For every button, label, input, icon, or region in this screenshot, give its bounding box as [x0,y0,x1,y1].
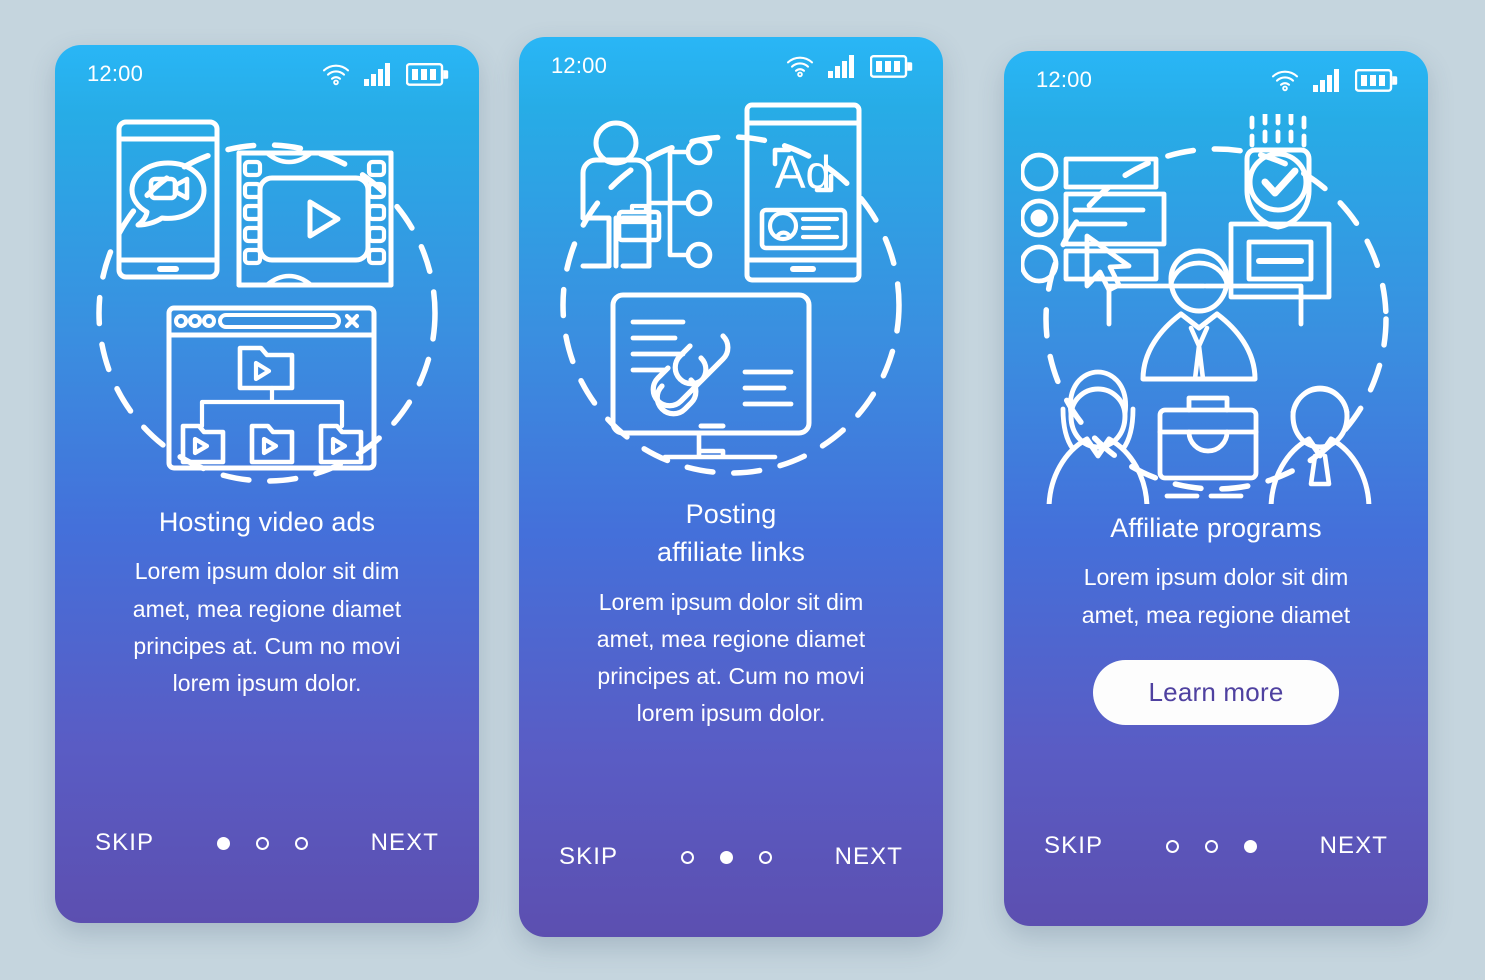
skip-button[interactable]: SKIP [93,825,156,861]
battery-icon [406,63,449,86]
status-bar-clock: 12:00 [1036,67,1093,92]
pagination-dot-2[interactable] [255,836,269,850]
skip-button[interactable]: SKIP [1042,828,1105,864]
status-bar: 12:00 [55,45,479,103]
status-bar-clock: 12:00 [551,53,608,78]
page-description: Lorem ipsum dolor sit dim amet, mea regi… [596,588,866,727]
cellular-signal-icon [828,55,854,78]
page-title: Hosting video ads [158,507,376,537]
pagination-dot-2[interactable] [1204,839,1218,853]
wifi-icon [322,64,350,86]
status-bar-icons [785,54,913,78]
pagination-dots [1165,839,1257,853]
status-bar: 12:00 [1004,51,1428,109]
page-description: Lorem ipsum dolor sit dim amet, mea regi… [132,558,402,697]
onboarding-screen-posting-affiliate-links: 12:00 Ad Posting affiliate links Lorem i… [519,37,943,937]
status-bar-icons [1270,68,1398,92]
status-bar: 12:00 [519,37,943,95]
affiliate-programs-illustration [1004,109,1428,509]
pagination-dot-1[interactable] [680,850,694,864]
onboarding-nav: SKIP NEXT [1004,828,1428,864]
cellular-signal-icon [1313,69,1339,92]
learn-more-button[interactable]: Learn more [1092,659,1340,725]
onboarding-nav: SKIP NEXT [519,839,943,875]
pagination-dots [216,836,308,850]
status-bar-icons [321,62,449,86]
screen-copy: Posting affiliate links Lorem ipsum dolo… [519,495,943,733]
onboarding-screen-hosting-video-ads: 12:00 Hosting video ads Lorem ipsum dolo… [55,45,479,923]
battery-icon [1355,69,1398,92]
cta-container: Learn more [1028,659,1404,725]
affiliate-links-illustration: Ad [519,95,943,495]
status-bar-clock: 12:00 [87,61,144,86]
pagination-dot-3[interactable] [294,836,308,850]
wifi-icon [1271,70,1299,92]
pagination-dots [680,850,772,864]
pagination-dot-3[interactable] [758,850,772,864]
next-button[interactable]: NEXT [1318,828,1390,864]
battery-icon [870,55,913,78]
onboarding-nav: SKIP NEXT [55,825,479,861]
page-title: Posting affiliate links [656,499,806,568]
onboarding-screen-affiliate-programs: 12:00 Affiliate programs Lorem ipsum dol… [1004,51,1428,926]
onboarding-screens-set: 12:00 Hosting video ads Lorem ipsum dolo… [0,0,1485,980]
screen-copy: Hosting video ads Lorem ipsum dolor sit … [55,503,479,702]
skip-button[interactable]: SKIP [557,839,620,875]
video-hosting-illustration [55,103,479,503]
screen-copy: Affiliate programs Lorem ipsum dolor sit… [1004,509,1428,725]
wifi-icon [786,56,814,78]
pagination-dot-1[interactable] [1165,839,1179,853]
pagination-dot-1[interactable] [216,836,230,850]
page-title: Affiliate programs [1110,513,1322,543]
pagination-dot-2[interactable] [719,850,733,864]
pagination-dot-3[interactable] [1243,839,1257,853]
next-button[interactable]: NEXT [833,839,905,875]
next-button[interactable]: NEXT [369,825,441,861]
page-description: Lorem ipsum dolor sit dim amet, mea regi… [1081,564,1351,628]
cellular-signal-icon [364,63,390,86]
